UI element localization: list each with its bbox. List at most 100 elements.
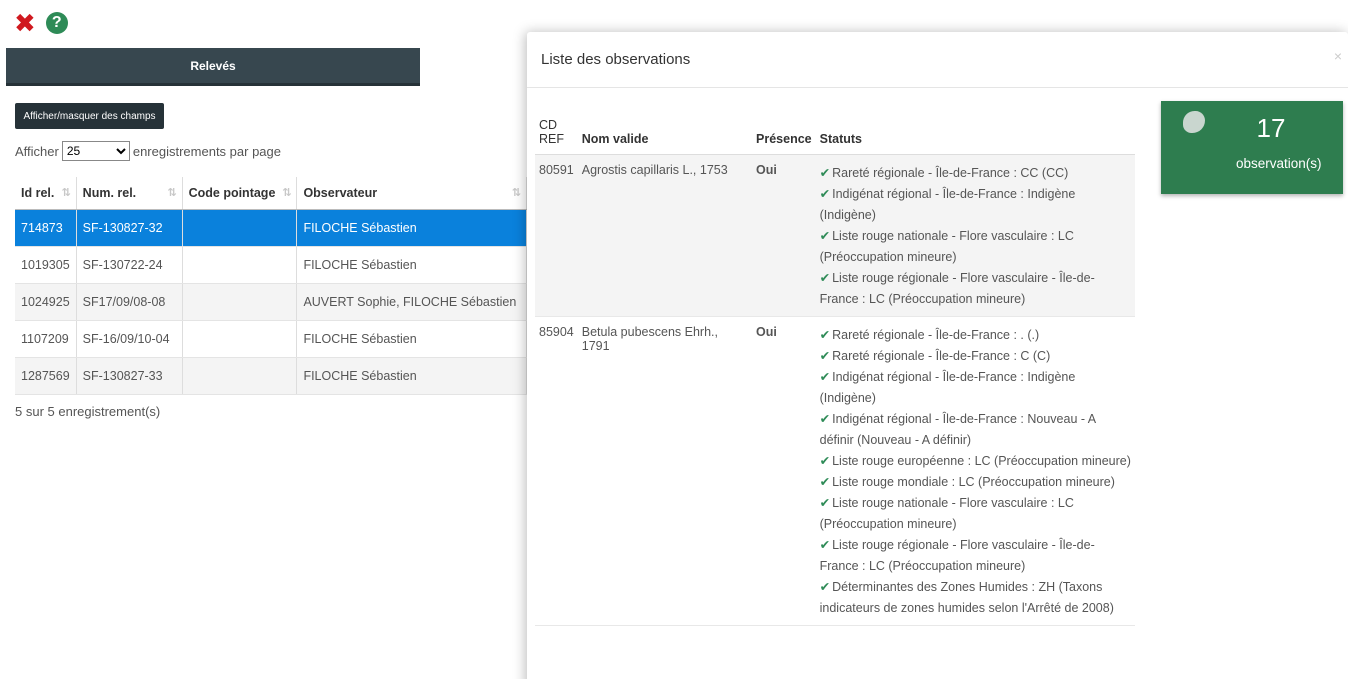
modal-title: Liste des observations (541, 51, 691, 68)
statut-text: Rareté régionale - Île-de-France : CC (C… (832, 165, 1069, 180)
check-icon: ✔ (819, 579, 831, 594)
column-header-observateur[interactable]: Observateur ⇅ (296, 177, 527, 210)
statut-item: ✔ Liste rouge européenne : LC (Préoccupat… (820, 451, 1131, 472)
sort-icon: ⇅ (511, 187, 521, 199)
statut-text: Indigénat régional - Île-de-France : Nou… (819, 411, 1096, 447)
cell-num: SF-130722-24 (76, 246, 183, 284)
statut-text: Liste rouge européenne : LC (Préoccupati… (832, 453, 1131, 468)
cell-id: 1107209 (15, 320, 77, 358)
check-icon: ✔ (819, 186, 831, 201)
check-icon: ✔ (819, 453, 831, 468)
cell-num: SF-130827-32 (76, 209, 183, 247)
close-icon[interactable]: ✖ (14, 10, 36, 36)
table-header-row: Id rel. ⇅ Num. rel. ⇅ Code pointage ⇅ Obser… (15, 177, 527, 210)
statut-text: Indigénat régional - Île-de-France : Ind… (819, 369, 1076, 405)
statut-item: ✔ Indigénat régional - Île-de-France : No… (820, 409, 1131, 451)
statut-item: ✔ Rareté régionale - Île-de-France : C (C… (820, 346, 1131, 367)
column-header-num[interactable]: Num. rel. ⇅ (76, 177, 183, 210)
table-row[interactable]: 1107209 SF-16/09/10-04 FILOCHE Sébastien (15, 320, 527, 358)
cell-code (182, 283, 298, 321)
obs-row: 80591 Agrostis capillaris L., 1753 Oui ✔ Rar… (535, 154, 1135, 317)
statut-item: ✔ Déterminantes des Zones Humides : ZH (T… (820, 577, 1131, 619)
tab-bar: Relevés (6, 48, 420, 86)
tab-releves[interactable]: Relevés (6, 48, 420, 83)
statut-item: ✔ Liste rouge régionale - Flore vasculair… (820, 268, 1131, 310)
modal-close-icon[interactable]: × (1334, 48, 1342, 64)
obs-row: 85904 Betula pubescens Ehrh., 1791 Oui ✔ Rar… (535, 316, 1135, 626)
check-icon: ✔ (819, 228, 831, 243)
column-header-statuts[interactable]: Statuts (815, 106, 1135, 155)
cell-id: 714873 (15, 209, 77, 247)
cell-observateur: FILOCHE Sébastien (296, 320, 527, 358)
cell-num: SF-130827-33 (76, 357, 183, 395)
check-icon: ✔ (819, 270, 831, 285)
sort-icon: ⇅ (282, 187, 292, 199)
column-header-code[interactable]: Code pointage ⇅ (182, 177, 298, 210)
obs-body: 80591 Agrostis capillaris L., 1753 Oui ✔ Rar… (535, 154, 1135, 626)
statut-text: Liste rouge mondiale : LC (Préoccupation… (832, 474, 1115, 489)
statut-item: ✔ Liste rouge nationale - Flore vasculair… (820, 226, 1131, 268)
statut-item: ✔ Rareté régionale - Île-de-France : CC (… (820, 163, 1131, 184)
statut-text: Déterminantes des Zones Humides : ZH (Ta… (819, 579, 1114, 615)
check-icon: ✔ (819, 348, 831, 363)
cell-observateur: FILOCHE Sébastien (296, 209, 527, 247)
cell-code (182, 357, 298, 395)
releves-table: Id rel. ⇅ Num. rel. ⇅ Code pointage ⇅ Obser… (15, 177, 527, 395)
length-label-before: Afficher (15, 143, 59, 159)
cell-id: 1287569 (15, 357, 77, 395)
statut-item: ✔ Rareté régionale - Île-de-France : . (.… (820, 325, 1131, 346)
statut-text: Liste rouge nationale - Flore vasculaire… (819, 228, 1074, 264)
cell-cdref: 85904 (535, 316, 578, 626)
cell-cdref: 80591 (535, 154, 578, 317)
column-header-nom[interactable]: Nom valide (577, 106, 753, 155)
column-header-presence[interactable]: Présence (752, 106, 816, 155)
column-header-id[interactable]: Id rel. ⇅ (15, 177, 77, 210)
leaf-icon (1183, 111, 1205, 133)
cell-observateur: FILOCHE Sébastien (296, 357, 527, 395)
table-row[interactable]: 714873 SF-130827-32 FILOCHE Sébastien (15, 209, 527, 247)
statut-text: Rareté régionale - Île-de-France : . (.) (832, 327, 1040, 342)
statut-text: Liste rouge régionale - Flore vasculaire… (819, 537, 1095, 573)
check-icon: ✔ (819, 165, 831, 180)
cell-presence: Oui (752, 154, 816, 317)
statut-item: ✔ Liste rouge nationale - Flore vasculair… (820, 493, 1131, 535)
statut-item: ✔ Indigénat régional - Île-de-France : In… (820, 184, 1131, 226)
statut-item: ✔ Liste rouge mondiale : LC (Préoccupatio… (820, 472, 1131, 493)
cell-statuts: ✔ Rareté régionale - Île-de-France : CC (… (815, 154, 1135, 317)
observation-count: 17 (1256, 113, 1286, 143)
statut-item: ✔ Indigénat régional - Île-de-France : In… (820, 367, 1131, 409)
obs-header-row: CD REF Nom valide Présence Statuts (535, 106, 1135, 155)
cell-num: SF17/09/08-08 (76, 283, 183, 321)
table-row[interactable]: 1019305 SF-130722-24 FILOCHE Sébastien (15, 246, 527, 284)
cell-code (182, 246, 298, 284)
top-toolbar: ✖ ? (14, 10, 68, 36)
cell-num: SF-16/09/10-04 (76, 320, 183, 358)
cell-observateur: FILOCHE Sébastien (296, 246, 527, 284)
cell-nom-valide: Betula pubescens Ehrh., 1791 (577, 316, 753, 626)
page-length-control: Afficher 25 enregistrements par page (15, 141, 281, 161)
check-icon: ✔ (819, 474, 831, 489)
check-icon: ✔ (819, 411, 831, 426)
table-row[interactable]: 1287569 SF-130827-33 FILOCHE Sébastien (15, 357, 527, 395)
check-icon: ✔ (819, 327, 831, 342)
cell-nom-valide: Agrostis capillaris L., 1753 (577, 154, 753, 317)
help-icon[interactable]: ? (45, 12, 68, 34)
statut-text: Liste rouge nationale - Flore vasculaire… (819, 495, 1074, 531)
statut-text: Indigénat régional - Île-de-France : Ind… (819, 186, 1076, 222)
observations-modal: Liste des observations × CD REF Nom vali… (527, 32, 1348, 679)
statut-text: Rareté régionale - Île-de-France : C (C) (832, 348, 1051, 363)
check-icon: ✔ (819, 495, 831, 510)
cell-observateur: AUVERT Sophie, FILOCHE Sébastien (296, 283, 527, 321)
table-row[interactable]: 1024925 SF17/09/08-08 AUVERT Sophie, FIL… (15, 283, 527, 321)
sort-icon: ⇅ (167, 187, 177, 199)
sort-asc-icon: ⇅ (61, 187, 71, 199)
cell-code (182, 320, 298, 358)
modal-header: Liste des observations × (527, 32, 1348, 88)
statut-text: Liste rouge régionale - Flore vasculaire… (819, 270, 1095, 306)
column-header-cdref[interactable]: CD REF (535, 106, 578, 155)
toggle-fields-button[interactable]: Afficher/masquer des champs (15, 103, 164, 129)
observation-count-label: observation(s) (1236, 156, 1322, 171)
check-icon: ✔ (819, 537, 831, 552)
length-label-after: enregistrements par page (132, 143, 281, 159)
page-length-select[interactable]: 25 (61, 141, 130, 161)
